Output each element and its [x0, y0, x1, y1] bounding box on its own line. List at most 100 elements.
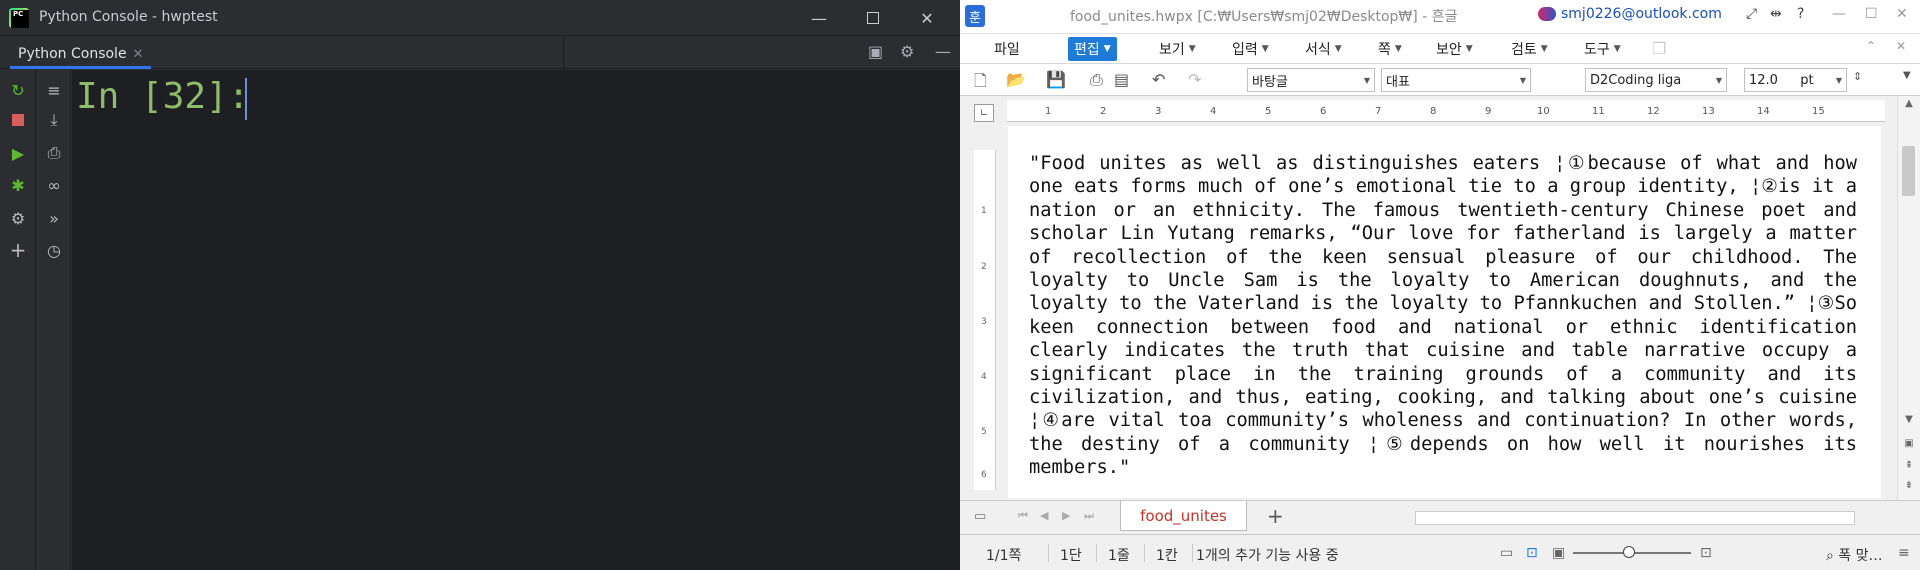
tab-close-icon[interactable]: ✕ — [133, 47, 144, 62]
close-doc-icon[interactable]: ✕ — [1896, 39, 1906, 53]
fullscreen-icon[interactable]: ⤢ — [1746, 6, 1757, 22]
font-size-value: 12.0 — [1749, 72, 1778, 88]
menu-file[interactable]: 파일 — [988, 37, 1026, 61]
minimize-icon: — — [811, 8, 827, 28]
save-icon[interactable]: 💾 — [1046, 70, 1066, 89]
debug-icon[interactable]: ✱ — [6, 173, 30, 197]
document-body-text[interactable]: "Food unites as well as distinguishes ea… — [1029, 152, 1857, 480]
last-tab-icon[interactable]: ⏭ — [1084, 509, 1094, 523]
chevron-down-icon: ▼ — [1715, 75, 1722, 85]
user-account[interactable]: smj0226@outlook.com — [1538, 6, 1722, 22]
expand-toolbar-icon[interactable]: ▼ — [1903, 70, 1911, 81]
menu-insert[interactable]: 입력 ▼ — [1226, 37, 1275, 61]
scroll-to-end-icon[interactable]: ⤓ — [42, 108, 66, 132]
first-tab-icon[interactable]: ⏮ — [1018, 509, 1028, 523]
tab-divider — [563, 36, 564, 69]
zoom-fit-width[interactable]: ⌕ 폭 맞… — [1826, 545, 1883, 565]
undo-icon[interactable]: ↶ — [1152, 70, 1165, 89]
soft-wrap-icon[interactable]: ≡ — [42, 78, 66, 102]
status-column[interactable]: 1칸 — [1156, 545, 1178, 565]
add-tab-icon[interactable]: + — [1267, 504, 1284, 528]
web-view-icon[interactable]: ▣ — [1552, 545, 1565, 561]
menu-view[interactable]: 보기 ▼ — [1153, 37, 1202, 61]
horizontal-scrollbar[interactable] — [1415, 511, 1855, 525]
maximize-button[interactable] — [846, 0, 900, 36]
chevron-down-icon: ▼ — [1835, 75, 1842, 85]
glasses-icon[interactable]: ∞ — [42, 173, 66, 197]
zoom-in-icon[interactable]: ⊡ — [1700, 545, 1712, 561]
zoom-slider-knob[interactable] — [1623, 546, 1635, 558]
close-button[interactable]: ✕ — [900, 0, 954, 36]
vertical-ruler[interactable]: 1 2 3 4 5 6 — [974, 150, 996, 490]
print-icon[interactable]: ⎙ — [1090, 70, 1103, 90]
hwp-window-title: food_unites.hwpx [C:₩Users₩smj02₩Desktop… — [1070, 9, 1458, 25]
menu-label: 쪽 — [1378, 42, 1391, 58]
layout-icon[interactable]: ▣ — [868, 42, 883, 61]
console-editor[interactable]: In [32]: — [72, 70, 960, 570]
help-icon[interactable]: ? — [1797, 6, 1804, 22]
memo-icon[interactable]: ▭ — [974, 509, 986, 524]
run-icon[interactable]: ▶ — [6, 141, 30, 165]
horizontal-ruler[interactable]: 1 2 3 4 5 6 7 8 9 10 11 12 13 14 15 — [1007, 100, 1885, 122]
open-folder-icon[interactable]: 📂 — [1006, 70, 1026, 89]
style-select[interactable]: 바탕글 ▼ — [1247, 68, 1375, 92]
redo-icon[interactable]: ↷ — [1188, 70, 1201, 89]
next-page-icon[interactable]: ⇟ — [1902, 480, 1916, 491]
menu-review[interactable]: 검토 ▼ — [1505, 37, 1554, 61]
add-icon[interactable]: + — [6, 238, 30, 262]
close-button[interactable]: ✕ — [1896, 6, 1908, 22]
style-value: 바탕글 — [1252, 74, 1288, 90]
chevron-down-icon: ▼ — [1394, 44, 1402, 54]
menu-page[interactable]: 쪽 ▼ — [1372, 37, 1408, 61]
print-icon[interactable]: ⎙ — [42, 141, 66, 165]
font-size-stepper-icon[interactable]: ⇕ — [1853, 70, 1862, 83]
menu-tools[interactable]: 도구 ▼ — [1578, 37, 1627, 61]
ruler-tick: 2 — [1100, 106, 1107, 117]
prev-tab-icon[interactable]: ◀ — [1040, 509, 1048, 522]
normal-view-icon[interactable]: ▭ — [1500, 545, 1513, 561]
minimize-button[interactable]: — — [1832, 6, 1846, 22]
preview-icon[interactable]: ▤ — [1114, 70, 1129, 89]
status-section[interactable]: 1단 — [1060, 545, 1082, 565]
scroll-thumb[interactable] — [1902, 146, 1915, 196]
font-group-select[interactable]: 대표 ▼ — [1381, 68, 1531, 92]
rerun-icon[interactable]: ↻ — [6, 78, 30, 102]
settings-icon[interactable]: ⚙ — [6, 206, 30, 230]
document-tabbar: ▭ ⏮ ◀ ▶ ⏭ food_unites + — [960, 500, 1920, 534]
prev-page-icon[interactable]: ⇞ — [1902, 460, 1916, 471]
toolbar-extra-icon[interactable]: ❐ — [1652, 39, 1666, 58]
menu-format[interactable]: 서식 ▼ — [1299, 37, 1348, 61]
menu-security[interactable]: 보안 ▼ — [1430, 37, 1479, 61]
scroll-down-icon[interactable]: ▼ — [1902, 414, 1916, 425]
vertical-scrollbar[interactable]: ▲ ▼ ▣ ⇞ ⇟ — [1897, 96, 1920, 500]
gear-icon[interactable]: ⚙ — [900, 42, 914, 61]
menu-label: 도구 — [1584, 42, 1610, 58]
maximize-button[interactable]: ☐ — [1865, 6, 1878, 22]
zoom-menu-icon[interactable]: ≡ — [1898, 545, 1910, 561]
document-page[interactable]: "Food unites as well as distinguishes ea… — [1008, 126, 1881, 498]
minimize-button[interactable]: — — [792, 0, 846, 36]
history-icon[interactable]: ◷ — [42, 238, 66, 262]
hide-panel-icon[interactable]: — — [935, 42, 951, 61]
hwp-titlebar: 훈 food_unites.hwpx [C:₩Users₩smj02₩Deskt… — [960, 0, 1920, 34]
status-page[interactable]: 1/1쪽 — [986, 545, 1021, 565]
status-line[interactable]: 1줄 — [1108, 545, 1130, 565]
ruler-tick: 9 — [1485, 106, 1492, 117]
font-size-select[interactable]: 12.0 pt ▼ — [1744, 68, 1847, 92]
collapse-ribbon-icon[interactable]: ⌃ — [1866, 39, 1876, 53]
stop-icon[interactable] — [6, 108, 30, 132]
user-email: smj0226@outlook.com — [1561, 6, 1722, 22]
font-select[interactable]: D2Coding liga ▼ — [1585, 68, 1727, 92]
status-bar: 1/1쪽 1단 1줄 1칸 1개의 추가 기능 사용 중 ▭ ⊡ ▣ − ⊡ ⌕… — [960, 534, 1920, 570]
scroll-up-icon[interactable]: ▲ — [1902, 98, 1916, 109]
document-tab[interactable]: food_unites — [1120, 501, 1247, 531]
menu-edit[interactable]: 편집 ▼ — [1068, 37, 1117, 61]
next-tab-icon[interactable]: ▶ — [1062, 509, 1070, 522]
new-document-icon[interactable]: 🗋 — [974, 70, 987, 97]
split-icon[interactable]: ⇹ — [1770, 6, 1782, 22]
page-view-icon[interactable]: ⊡ — [1526, 545, 1538, 561]
tab-stop-icon[interactable]: ∟ — [974, 104, 994, 122]
tab-python-console[interactable]: Python Console ✕ — [10, 42, 152, 69]
page-view-icon[interactable]: ▣ — [1902, 438, 1916, 449]
execute-icon[interactable]: » — [42, 206, 66, 230]
